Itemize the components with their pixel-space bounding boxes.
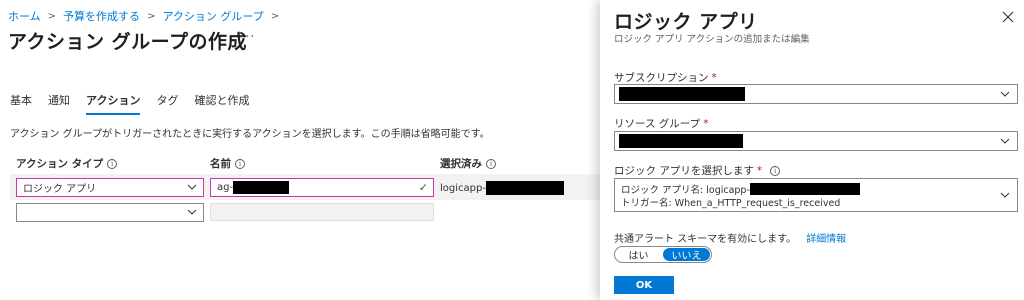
subscription-label-text: サブスクリプション <box>614 72 709 84</box>
resource-group-label: リソース グループ * <box>614 116 708 131</box>
action-name-value: ag- <box>217 182 234 193</box>
chevron-down-icon <box>1000 138 1010 144</box>
info-icon[interactable]: i <box>486 158 496 169</box>
selected-value: logicapp- <box>440 181 564 195</box>
breadcrumb: ホーム > 予算を作成する > アクション グループ > <box>8 8 286 24</box>
action-type-dropdown-empty[interactable] <box>16 203 204 222</box>
redacted-text <box>749 182 860 195</box>
trigger-name-line: トリガー名: When_a_HTTP_request_is_received <box>621 195 1011 209</box>
action-name-input[interactable]: ag- ✓ <box>210 178 434 197</box>
panel-subtitle: ロジック アプリ アクションの追加または編集 <box>614 34 810 45</box>
more-options-button[interactable]: ··· <box>240 30 255 45</box>
tab-bar: 基本 通知 アクション タグ 確認と作成 <box>10 92 265 115</box>
logic-app-label: ロジック アプリを選択します * i <box>614 163 781 178</box>
column-header-name: 名前 i <box>210 156 245 171</box>
action-type-value: ロジック アプリ <box>23 184 97 195</box>
column-header-selected: 選択済み i <box>440 156 496 171</box>
chevron-right-icon: > <box>147 10 156 22</box>
action-name-input-disabled <box>210 203 434 221</box>
ok-button[interactable]: OK <box>614 276 674 294</box>
chevron-down-icon <box>1000 192 1010 198</box>
redacted-text <box>485 181 564 195</box>
chevron-right-icon: > <box>47 10 57 22</box>
learn-more-link[interactable]: 詳細情報 <box>806 230 846 245</box>
tab-basics[interactable]: 基本 <box>10 92 32 115</box>
page-title: アクション グループの作成 <box>8 31 248 53</box>
logic-app-name-line: ロジック アプリ名: logicapp- <box>621 182 1011 196</box>
action-type-dropdown[interactable]: ロジック アプリ <box>16 178 204 197</box>
subscription-label: サブスクリプション * <box>614 70 717 85</box>
panel-title: ロジック アプリ <box>614 11 758 33</box>
breadcrumb-action-group[interactable]: アクション グループ <box>162 8 263 24</box>
action-group-page: ホーム > 予算を作成する > アクション グループ > アクション グループの… <box>0 0 600 300</box>
column-header-action-type: アクション タイプ i <box>16 156 118 171</box>
logic-app-dropdown[interactable]: ロジック アプリ名: logicapp- トリガー名: When_a_HTTP_… <box>614 178 1018 212</box>
breadcrumb-create-budget[interactable]: 予算を作成する <box>63 8 140 24</box>
tab-actions[interactable]: アクション <box>86 92 141 115</box>
chevron-right-icon: > <box>270 10 280 22</box>
resource-group-label-text: リソース グループ <box>614 118 701 130</box>
selected-value-text: logicapp- <box>440 182 486 194</box>
breadcrumb-home[interactable]: ホーム <box>8 8 41 24</box>
redacted-text <box>619 134 743 148</box>
tab-tags[interactable]: タグ <box>156 92 178 115</box>
column-header-label: 名前 <box>210 158 231 170</box>
chevron-down-icon <box>1000 91 1010 97</box>
resource-group-dropdown[interactable] <box>614 131 1018 151</box>
tab-review-create[interactable]: 確認と作成 <box>194 92 249 115</box>
close-icon[interactable] <box>1002 11 1014 23</box>
common-alert-schema-label: 共通アラート スキーマを有効にします。 詳細情報 <box>614 230 846 245</box>
required-mark: * <box>756 164 763 177</box>
common-alert-schema-toggle[interactable]: はい いいえ <box>614 246 712 263</box>
toggle-option-no[interactable]: いいえ <box>663 248 710 262</box>
actions-description: アクション グループがトリガーされたときに実行するアクションを選択します。この手… <box>10 129 490 140</box>
redacted-text <box>619 87 745 101</box>
logic-app-label-text: ロジック アプリを選択します <box>614 165 754 177</box>
required-mark: * <box>711 71 717 84</box>
info-icon[interactable]: i <box>770 165 781 176</box>
checkmark-icon: ✓ <box>418 181 428 194</box>
column-header-label: 選択済み <box>440 158 482 170</box>
logic-app-panel: ロジック アプリ ロジック アプリ アクションの追加または編集 サブスクリプショ… <box>600 0 1024 300</box>
logic-app-name-text: ロジック アプリ名: logicapp- <box>621 184 750 196</box>
redacted-text <box>233 181 290 194</box>
required-mark: * <box>703 117 709 130</box>
column-header-label: アクション タイプ <box>16 158 104 170</box>
common-alert-schema-text: 共通アラート スキーマを有効にします。 <box>614 234 797 245</box>
subscription-dropdown[interactable] <box>614 84 1018 104</box>
trigger-name-text: トリガー名: When_a_HTTP_request_is_received <box>621 197 841 209</box>
tab-notifications[interactable]: 通知 <box>48 92 70 115</box>
toggle-option-yes[interactable]: はい <box>615 247 662 262</box>
info-icon[interactable]: i <box>107 158 118 169</box>
info-icon[interactable]: i <box>235 158 245 169</box>
chevron-down-icon <box>187 209 197 215</box>
chevron-down-icon <box>187 184 197 190</box>
